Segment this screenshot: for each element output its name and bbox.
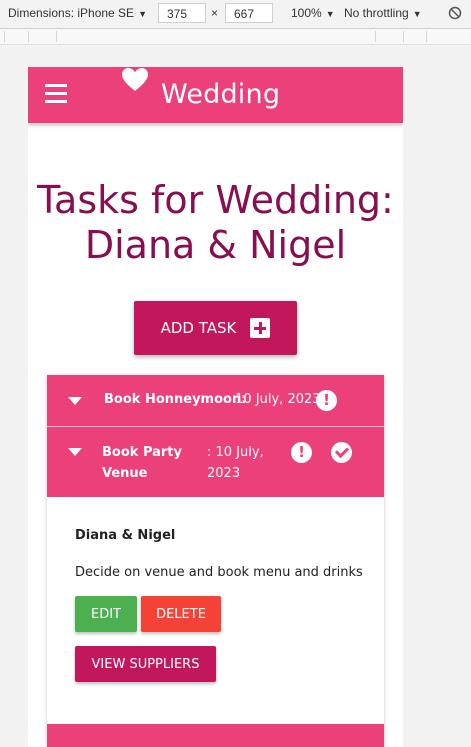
zoom-dropdown[interactable]: 100% ▼ <box>291 6 335 20</box>
task-date: 10 July, 2023 <box>231 392 321 407</box>
alert-circle-icon: ! <box>291 442 312 463</box>
task-date-line: 2023 <box>207 466 241 481</box>
view-suppliers-button[interactable]: VIEW SUPPLIERS <box>75 646 216 682</box>
task-owner: Diana & Nigel <box>75 528 176 543</box>
caret-down-icon: ▼ <box>138 9 147 19</box>
throttling-dropdown[interactable]: No throttling ▼ <box>344 6 422 20</box>
delete-button[interactable]: DELETE <box>141 596 221 632</box>
add-task-button[interactable]: ADD TASK <box>134 301 297 355</box>
alert-circle-icon: ! <box>316 390 337 411</box>
plus-square-icon <box>250 318 271 338</box>
app-bar: Wedding <box>28 67 403 123</box>
height-input[interactable]: 667 <box>225 3 273 23</box>
zoom-label: 100% <box>291 6 322 20</box>
block-icon[interactable] <box>448 6 462 20</box>
device-dropdown-label: Dimensions: iPhone SE <box>8 6 135 20</box>
chevron-down-icon[interactable] <box>68 448 82 456</box>
caret-down-icon: ▼ <box>325 9 335 19</box>
task-name: Book Honneymoon: <box>104 392 247 407</box>
brand-title[interactable]: Wedding <box>161 79 280 110</box>
task-header-honeymoon[interactable]: Book Honneymoon: 10 July, 2023 ! <box>47 375 384 426</box>
task-name: Book Party Venue <box>102 442 182 484</box>
add-task-label: ADD TASK <box>160 319 237 337</box>
device-dropdown[interactable]: Dimensions: iPhone SE ▼ <box>8 6 147 20</box>
task-date-line: : 10 July, <box>207 445 264 460</box>
times-sign: × <box>211 6 219 20</box>
devtools-toolbar: Dimensions: iPhone SE ▼ 375 × 667 100% ▼ N… <box>0 0 471 29</box>
heart-icon <box>122 68 148 91</box>
task-header-party-venue[interactable]: Book Party Venue : 10 July, 2023 ! <box>47 427 384 497</box>
media-query-ruler <box>0 29 471 45</box>
task-date: : 10 July, 2023 <box>207 442 264 484</box>
task-name-line: Book Party <box>102 445 182 460</box>
page-title: Tasks for Wedding: Diana & Nigel <box>37 178 394 268</box>
throttling-label: No throttling <box>344 6 409 20</box>
check-circle-icon[interactable] <box>331 442 352 463</box>
device-viewport: Wedding Tasks for Wedding: Diana & Nigel… <box>28 67 403 747</box>
caret-down-icon: ▼ <box>412 9 422 19</box>
chevron-down-icon[interactable] <box>68 397 82 405</box>
width-input[interactable]: 375 <box>158 3 206 23</box>
task-name-line: Venue <box>102 466 148 481</box>
edit-button[interactable]: EDIT <box>75 596 137 632</box>
task-list: Book Honneymoon: 10 July, 2023 ! Book Pa… <box>47 375 384 747</box>
menu-icon[interactable] <box>45 84 67 104</box>
next-task-header[interactable] <box>47 724 384 747</box>
task-description: Decide on venue and book menu and drinks <box>75 565 363 580</box>
